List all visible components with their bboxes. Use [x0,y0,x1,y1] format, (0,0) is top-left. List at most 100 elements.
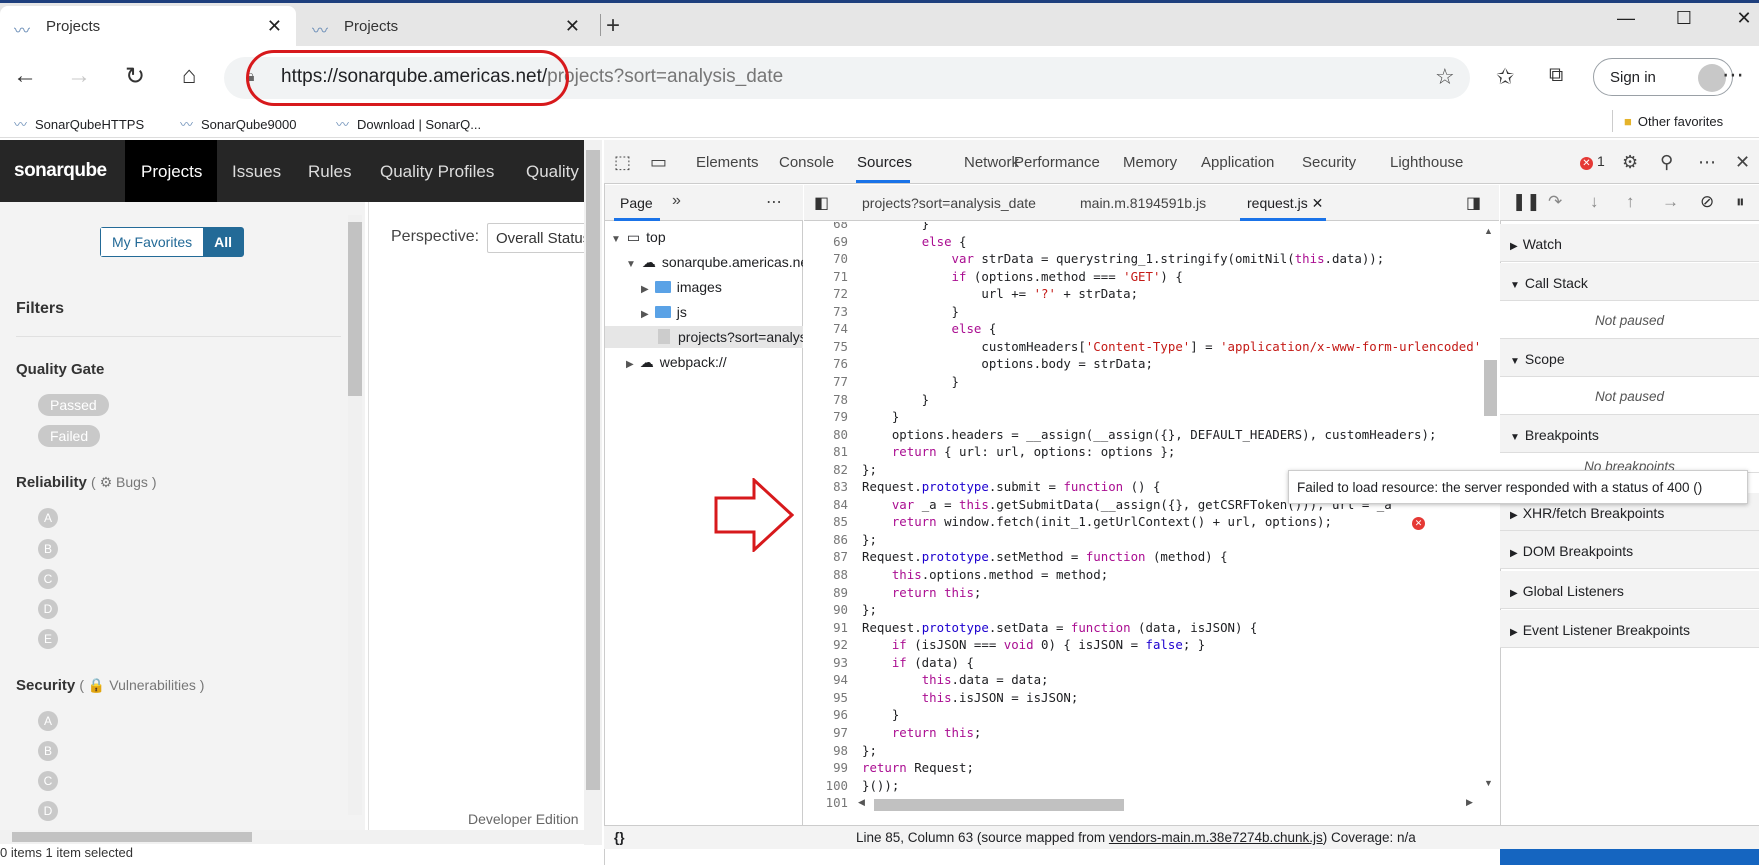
editor-vertical-scrollbar[interactable] [1480,222,1499,812]
line-number[interactable]: 80 [804,427,848,442]
code-line[interactable]: if (isJSON === void 0) { isJSON = false;… [862,637,1205,652]
code-line[interactable]: Request.prototype.setData = function (da… [862,620,1257,635]
more-tabs-icon[interactable]: » [672,192,681,210]
tree-js[interactable]: ▶ js [641,304,687,320]
page-scroll-thumb[interactable] [586,150,600,790]
favorites-icon[interactable]: ✩ [1496,64,1514,90]
line-number[interactable]: 88 [804,567,848,582]
collections-icon[interactable]: ⧉ [1549,64,1563,87]
code-line[interactable]: }; [862,743,877,758]
scroll-right-icon[interactable]: ▶ [1466,797,1473,808]
nav-projects[interactable]: Projects [141,162,202,182]
code-editor[interactable]: 68 } 69 else {70 var strData = querystrin… [804,222,1480,810]
code-line[interactable]: url += '?' + strData; [862,286,1138,301]
back-icon[interactable]: ← [8,62,42,90]
code-line[interactable]: options.body = strData; [862,356,1153,371]
step-over-icon[interactable]: ↷ [1548,192,1562,212]
nav-rules[interactable]: Rules [308,162,351,182]
line-number[interactable]: 89 [804,585,848,600]
line-number[interactable]: 90 [804,602,848,617]
scroll-left-icon[interactable]: ◀ [858,797,865,808]
nav-issues[interactable]: Issues [232,162,281,182]
browser-tab[interactable]: 〰 Projects ✕ [298,6,594,46]
line-number[interactable]: 70 [804,251,848,266]
code-line[interactable]: if (options.method === 'GET') { [862,269,1183,284]
pause-on-exceptions-icon[interactable]: ⏸ [1736,192,1745,212]
rating-b[interactable]: B [38,539,58,559]
pretty-print-icon[interactable]: {} [614,830,625,845]
rating-d[interactable]: D [38,599,58,619]
editor-scroll-thumb[interactable] [1484,360,1497,416]
other-favorites[interactable]: ■ Other favorites [1624,114,1723,129]
line-number[interactable]: 94 [804,672,848,687]
rating-a[interactable]: A [38,711,58,731]
line-number[interactable]: 81 [804,444,848,459]
code-line[interactable]: }; [862,532,877,547]
line-number[interactable]: 99 [804,760,848,775]
code-line[interactable]: else { [862,234,967,249]
step-into-icon[interactable]: ↓ [1590,192,1599,212]
horizontal-scroll-thumb[interactable] [12,832,252,842]
failed-filter[interactable]: Failed [38,425,101,447]
line-number[interactable]: 95 [804,690,848,705]
code-line[interactable]: } [862,304,959,319]
tab-performance[interactable]: Performance [1014,154,1100,171]
toggle-debugger-icon[interactable]: ◨ [1466,193,1481,213]
code-line[interactable]: Request.prototype.submit = function () { [862,479,1160,494]
minimize-icon[interactable]: — [1611,8,1641,29]
step-out-icon[interactable]: ↑ [1626,192,1635,212]
code-line[interactable]: if (data) { [862,655,974,670]
devtools-more-icon[interactable]: ⋯ [1698,152,1716,173]
forward-icon[interactable]: → [62,62,96,90]
tree-webpack[interactable]: ▶ ☁ webpack:// [626,354,727,371]
code-line[interactable]: return { url: url, options: options }; [862,444,1175,459]
code-line[interactable]: var strData = querystring_1.stringify(om… [862,251,1385,266]
editor-tab[interactable]: main.m.8194591b.js [1080,195,1206,211]
favorite-link[interactable]: 〰 SonarQube9000 [180,114,296,133]
new-tab-button[interactable]: + [606,12,620,40]
line-number[interactable]: 97 [804,725,848,740]
line-number[interactable]: 68 [804,222,848,231]
code-line[interactable]: } [862,222,929,231]
tab-sources[interactable]: Sources [857,154,912,171]
scroll-up-icon[interactable]: ▲ [1484,226,1493,236]
code-line[interactable]: this.options.method = method; [862,567,1108,582]
rating-a[interactable]: A [38,508,58,528]
line-number[interactable]: 76 [804,356,848,371]
rating-d[interactable]: D [38,801,58,821]
tab-memory[interactable]: Memory [1123,154,1177,171]
line-number[interactable]: 98 [804,743,848,758]
close-window-icon[interactable]: ✕ [1729,8,1759,29]
code-line[interactable]: } [862,374,959,389]
favorite-link[interactable]: 〰 SonarQubeHTTPS [14,114,144,133]
close-tab-icon[interactable]: ✕ [267,16,282,37]
feedback-icon[interactable]: ⚲ [1660,152,1673,173]
tree-top[interactable]: ▼ ▭ top [611,229,666,246]
breakpoints-section[interactable]: ▼ Breakpoints [1500,415,1759,453]
line-number[interactable]: 100 [804,778,848,793]
close-devtools-icon[interactable]: ✕ [1735,152,1750,173]
more-menu-icon[interactable]: ⋯ [1722,62,1744,88]
line-number[interactable]: 79 [804,409,848,424]
line-number[interactable]: 87 [804,549,848,564]
line-number[interactable]: 72 [804,286,848,301]
line-number[interactable]: 78 [804,392,848,407]
scroll-down-icon[interactable]: ▼ [1484,778,1493,788]
tab-network[interactable]: Network [964,154,1019,171]
code-line[interactable]: }()); [862,778,899,793]
tab-lighthouse[interactable]: Lighthouse [1390,154,1463,171]
tab-console[interactable]: Console [779,154,834,171]
line-number[interactable]: 74 [804,321,848,336]
code-line[interactable]: this.data = data; [862,672,1049,687]
sidebar-scroll-thumb[interactable] [348,222,362,396]
editor-tab-active[interactable]: request.js ✕ [1247,195,1323,212]
code-line[interactable]: }; [862,602,877,617]
close-editor-tab-icon[interactable]: ✕ [1312,195,1324,211]
favorite-link[interactable]: 〰 Download | SonarQ... [336,114,481,133]
maximize-icon[interactable]: ☐ [1669,8,1699,29]
tree-file[interactable]: projects?sort=analysis_date [658,329,803,345]
navigator-menu-icon[interactable]: ⋯ [766,192,782,212]
line-number[interactable]: 77 [804,374,848,389]
my-favorites-button[interactable]: My Favorites [101,228,204,256]
tab-security[interactable]: Security [1302,154,1356,171]
